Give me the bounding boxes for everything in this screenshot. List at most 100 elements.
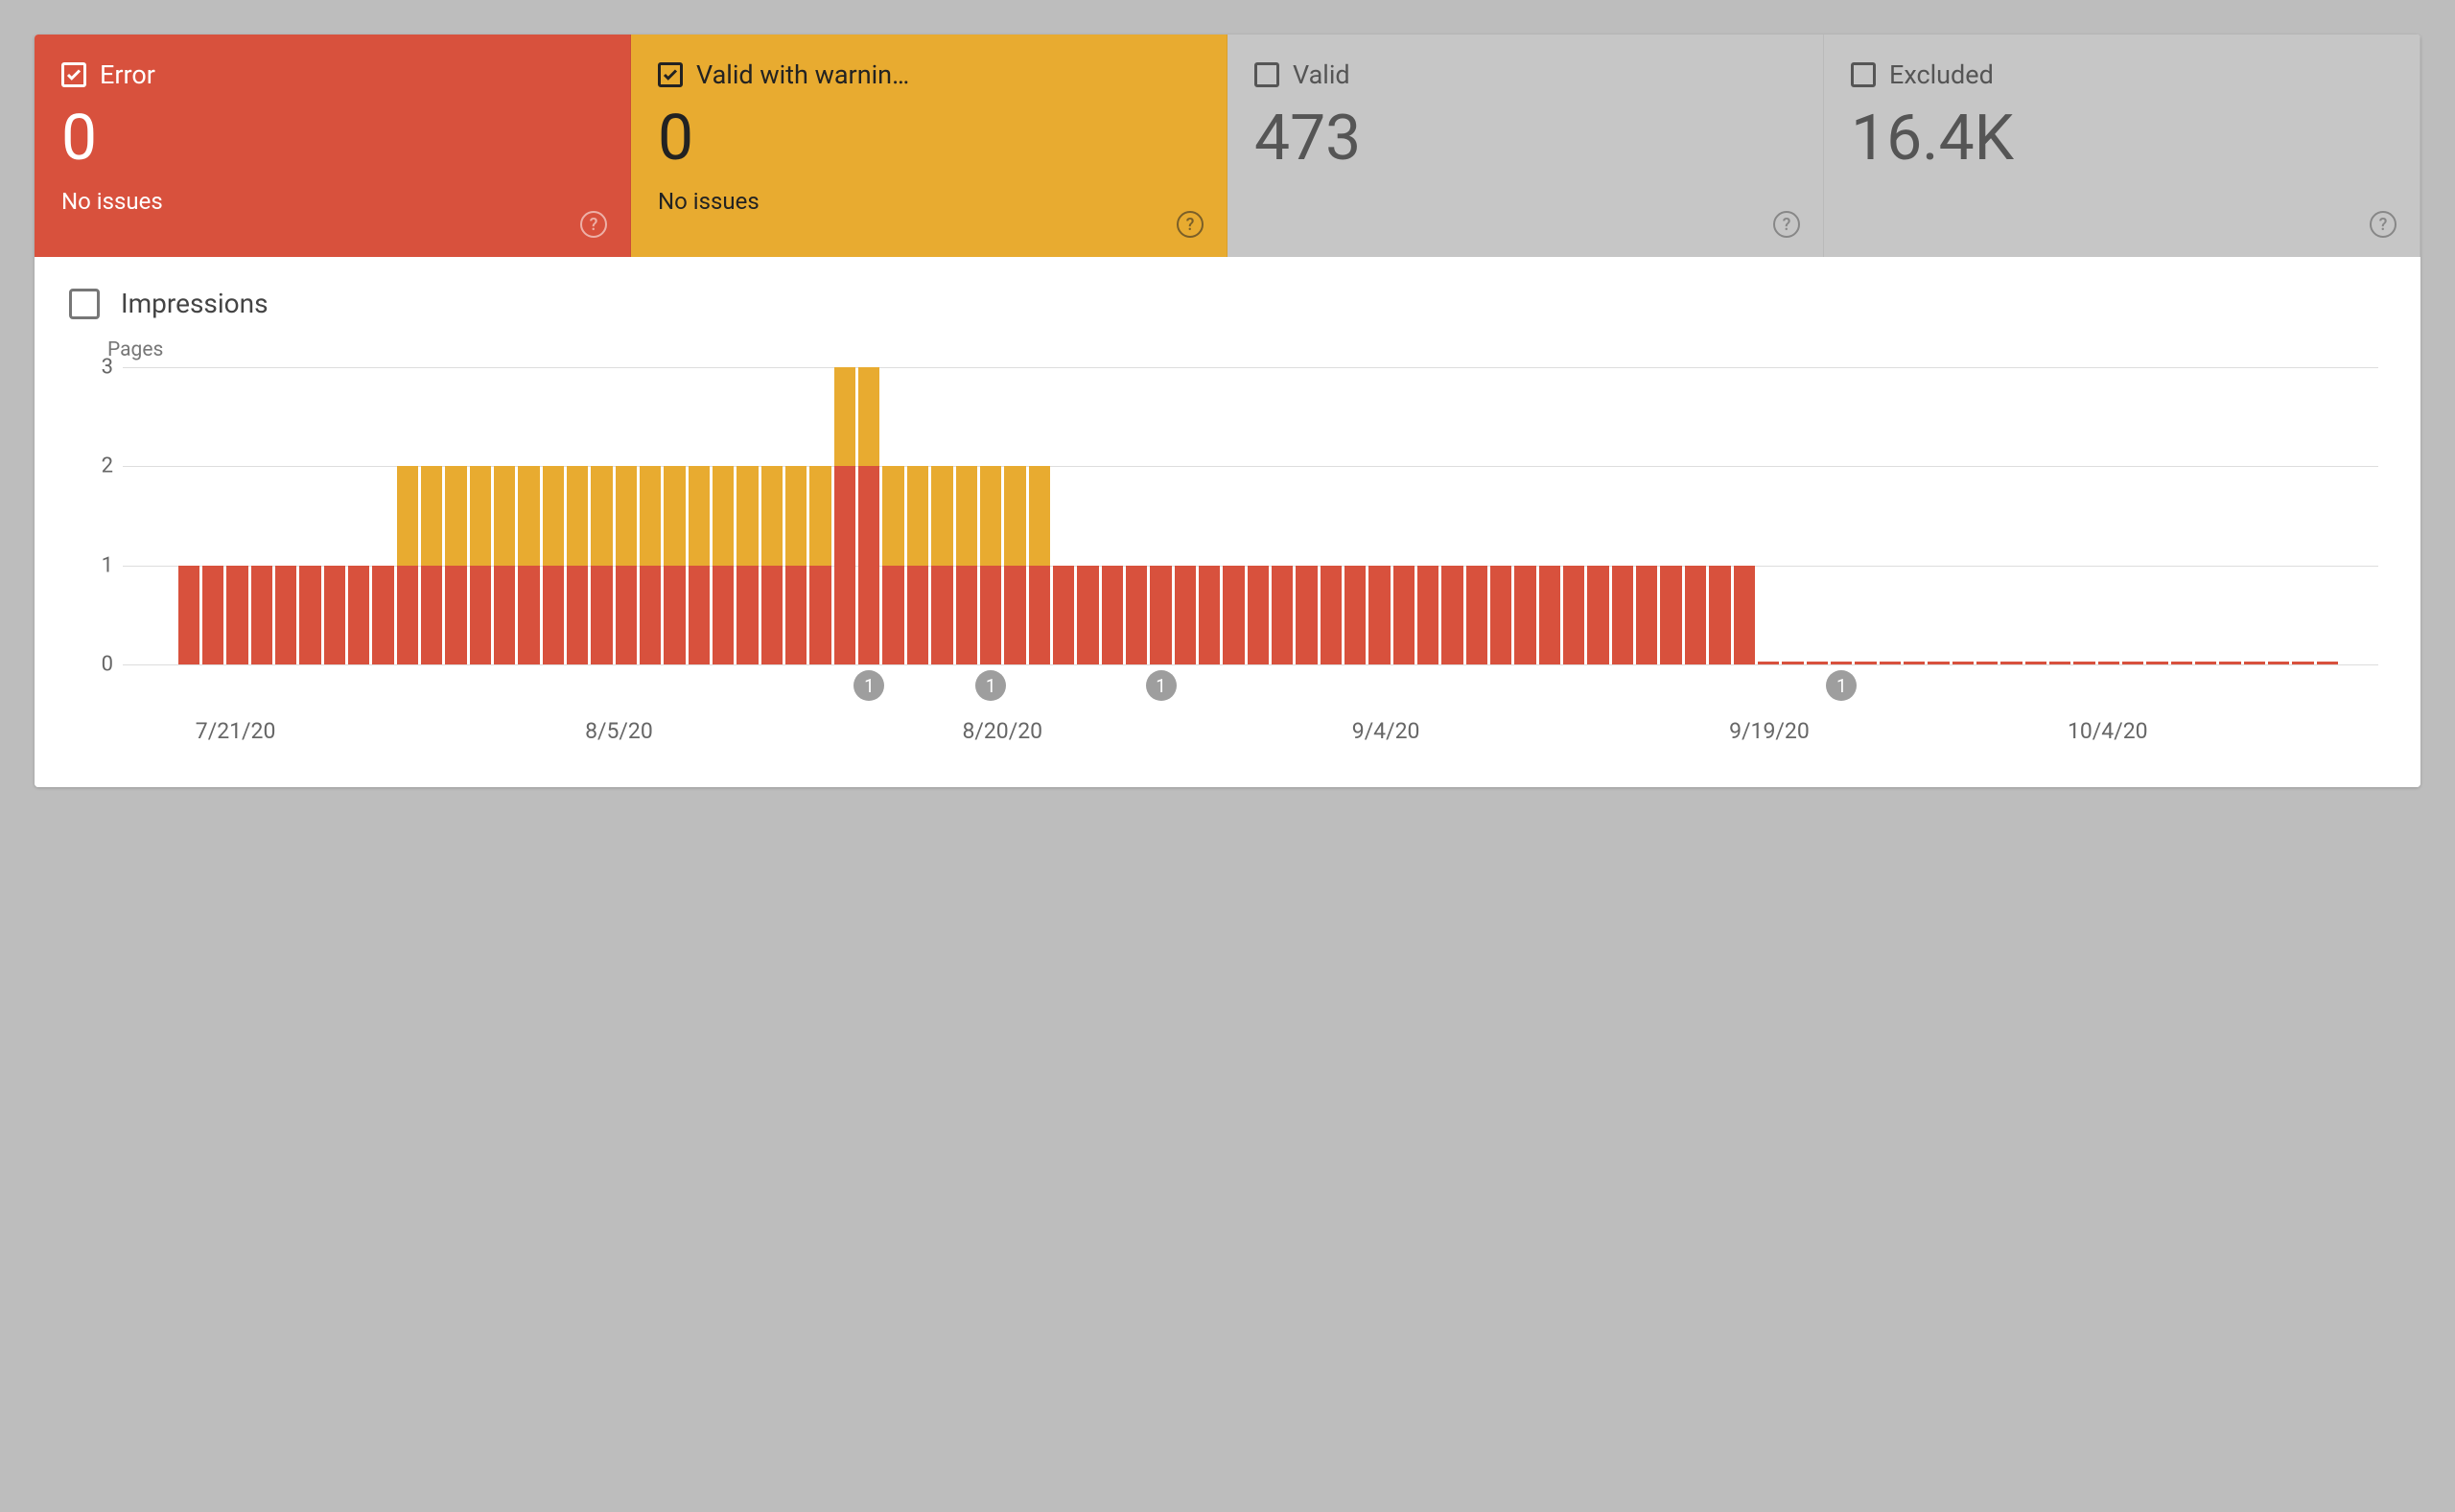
bar [470, 367, 491, 664]
bar [1880, 367, 1901, 664]
bar [1029, 367, 1050, 664]
bar [689, 367, 710, 664]
bar [1368, 367, 1390, 664]
bar [2073, 367, 2094, 664]
card-value: 0 [61, 107, 603, 171]
bar [1077, 367, 1098, 664]
help-icon[interactable]: ? [1773, 211, 1800, 238]
event-marker[interactable]: 1 [1826, 670, 1857, 701]
bar [1734, 367, 1755, 664]
bar [1344, 367, 1366, 664]
checkbox-unchecked-icon[interactable] [1254, 62, 1279, 87]
bar [713, 367, 734, 664]
impressions-toggle[interactable]: Impressions [69, 288, 2390, 319]
bar [1272, 367, 1293, 664]
bar [1758, 367, 1779, 664]
bar [834, 367, 855, 664]
event-marker[interactable]: 1 [1146, 670, 1177, 701]
card-valid[interactable]: Valid 473 ? [1228, 35, 1824, 257]
card-value: 0 [658, 107, 1200, 171]
x-tick-label: 8/20/20 [962, 718, 1042, 744]
y-tick-label: 2 [84, 454, 113, 478]
bar [1831, 367, 1852, 664]
event-marker[interactable]: 1 [853, 670, 884, 701]
bar [2000, 367, 2022, 664]
bars-container [123, 367, 2378, 664]
bar [1685, 367, 1706, 664]
bar [1321, 367, 1342, 664]
card-label: Valid with warnin… [696, 59, 909, 90]
bar [785, 367, 807, 664]
chart-area: 0123 [123, 367, 2378, 664]
bar [2025, 367, 2046, 664]
bar [1636, 367, 1657, 664]
bar [1004, 367, 1025, 664]
bar [1175, 367, 1196, 664]
y-tick-label: 1 [84, 553, 113, 577]
bar [178, 367, 199, 664]
bar [1976, 367, 1998, 664]
event-markers: 1 1 1 1 [123, 664, 2378, 705]
bar [2195, 367, 2216, 664]
checkbox-unchecked-icon[interactable] [1851, 62, 1876, 87]
bar [664, 367, 685, 664]
chart-section: Impressions Pages 0123 1111 7/21/208/5/2… [35, 257, 2420, 787]
checkbox-checked-icon[interactable] [658, 62, 683, 87]
bar [591, 367, 612, 664]
bar [421, 367, 442, 664]
help-icon[interactable]: ? [2370, 211, 2397, 238]
bar [1393, 367, 1415, 664]
y-tick-label: 0 [84, 653, 113, 677]
bar [2146, 367, 2167, 664]
bar [1539, 367, 1560, 664]
help-icon[interactable]: ? [580, 211, 607, 238]
impressions-label: Impressions [121, 288, 269, 319]
bar [1587, 367, 1608, 664]
bar [1296, 367, 1317, 664]
bar [372, 367, 393, 664]
coverage-panel: Error 0 No issues ? Valid with warnin… 0… [35, 35, 2420, 787]
bar [1807, 367, 1828, 664]
bar [518, 367, 539, 664]
bar [1126, 367, 1147, 664]
checkbox-checked-icon[interactable] [61, 62, 86, 87]
bar [1053, 367, 1074, 664]
bar [616, 367, 637, 664]
bar [736, 367, 758, 664]
event-marker[interactable]: 1 [975, 670, 1006, 701]
bar [1490, 367, 1511, 664]
card-label: Excluded [1889, 59, 1994, 90]
bar [1248, 367, 1269, 664]
card-excluded[interactable]: Excluded 16.4K ? [1824, 35, 2420, 257]
bar [1102, 367, 1123, 664]
bar [324, 367, 345, 664]
bar [1514, 367, 1535, 664]
bar [761, 367, 783, 664]
help-icon[interactable]: ? [1177, 211, 1204, 238]
bar [2268, 367, 2289, 664]
bar [567, 367, 588, 664]
x-axis: 7/21/208/5/208/20/209/4/209/19/2010/4/20 [123, 718, 2378, 756]
bar [1709, 367, 1730, 664]
y-axis-title: Pages [107, 338, 2390, 361]
bar [1199, 367, 1220, 664]
bar [2219, 367, 2240, 664]
bar [348, 367, 369, 664]
bar [1928, 367, 1949, 664]
card-error[interactable]: Error 0 No issues ? [35, 35, 631, 257]
checkbox-unchecked-icon[interactable] [69, 289, 100, 319]
bar [494, 367, 515, 664]
x-tick-label: 9/4/20 [1352, 718, 1420, 744]
bar [1563, 367, 1584, 664]
card-warning[interactable]: Valid with warnin… 0 No issues ? [631, 35, 1228, 257]
bar [2049, 367, 2070, 664]
bar [1612, 367, 1633, 664]
card-value: 473 [1254, 107, 1796, 171]
bar [226, 367, 247, 664]
bar [2171, 367, 2192, 664]
bar [2098, 367, 2119, 664]
bar [275, 367, 296, 664]
card-value: 16.4K [1851, 107, 2393, 171]
x-tick-label: 10/4/20 [2068, 718, 2148, 744]
bar [956, 367, 977, 664]
